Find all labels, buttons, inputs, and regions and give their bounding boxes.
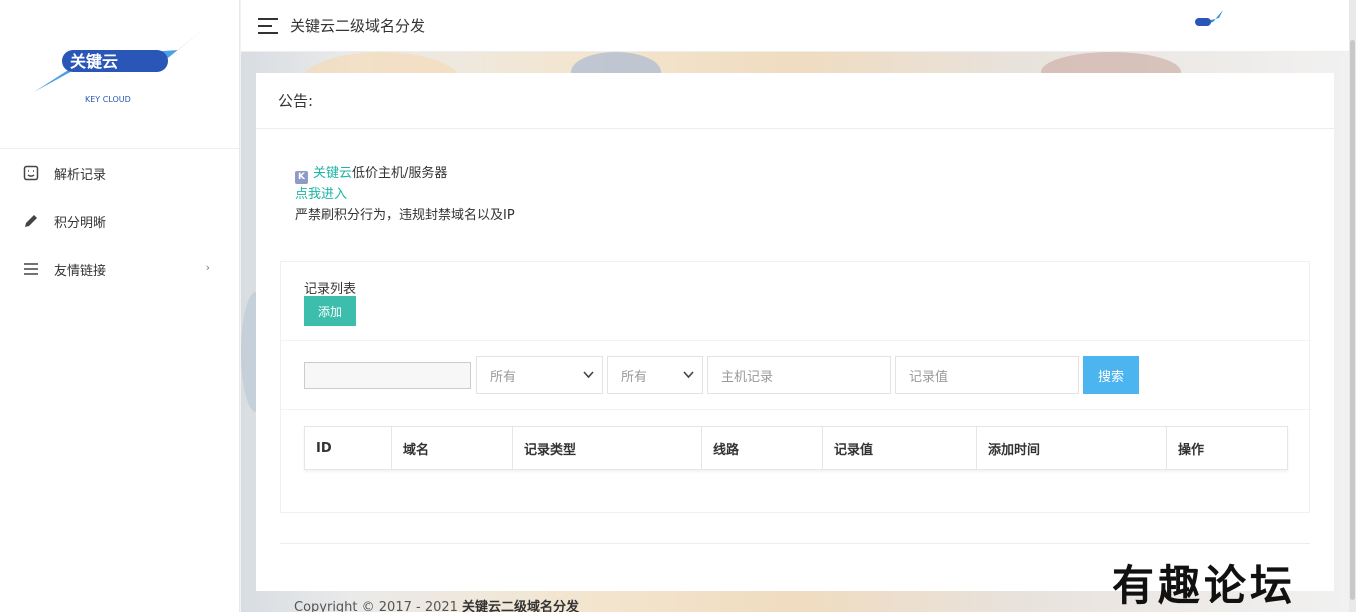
records-panel: 记录列表 添加 所有 所有 主机记录 记录值 搜索 ID 域名 记录类型 线路 … — [280, 261, 1311, 513]
notice-line-1: K 关键云低价主机/服务器 — [295, 163, 1334, 184]
logo-subtext: KEY CLOUD — [85, 95, 131, 104]
chevron-down-icon — [683, 369, 694, 382]
chevron-down-icon — [583, 369, 594, 382]
k-brand-icon: K — [295, 171, 308, 184]
col-domain[interactable]: 域名 — [392, 427, 513, 469]
menu-lines-icon — [22, 260, 40, 278]
notice-heading: 公告: — [256, 73, 1334, 129]
select-value: 所有 — [490, 369, 517, 385]
sidebar-item-links[interactable]: 友情链接 › — [0, 245, 240, 293]
page-scrollbar[interactable] — [1349, 0, 1356, 612]
sidebar-item-label: 解析记录 — [54, 167, 107, 183]
enter-link[interactable]: 点我进入 — [295, 187, 347, 202]
chevron-right-icon: › — [205, 261, 210, 274]
footer-copyright: Copyright © 2017 - 2021 关键云二级域名分发 — [294, 596, 579, 612]
footer-brand: 关键云二级域名分发 — [462, 600, 580, 612]
select-value: 所有 — [621, 369, 648, 385]
sidebar-item-label: 积分明晰 — [54, 215, 107, 231]
filter-bar: 所有 所有 主机记录 记录值 搜索 — [281, 340, 1311, 410]
notice-body: K 关键云低价主机/服务器 点我进入 严禁刷积分行为，违规封禁域名以及IP — [256, 129, 1334, 226]
col-value[interactable]: 记录值 — [823, 427, 977, 469]
pencil-icon — [22, 212, 40, 230]
line-select[interactable]: 所有 — [607, 356, 703, 394]
col-type[interactable]: 记录类型 — [513, 427, 702, 469]
page-title: 关键云二级域名分发 — [290, 17, 426, 35]
record-type-select[interactable]: 所有 — [476, 356, 603, 394]
domain-input[interactable] — [304, 362, 471, 389]
logo-graphic: 关键云 KEY CLOUD — [34, 28, 205, 104]
sidebar-menu: 解析记录 积分明晰 友情链接 › — [0, 148, 240, 293]
records-table-header: ID 域名 记录类型 线路 记录值 添加时间 操作 — [304, 426, 1288, 470]
notice-line-3: 严禁刷积分行为，违规封禁域名以及IP — [295, 208, 515, 223]
top-header: 关键云二级域名分发 — [241, 0, 1349, 52]
watermark-text: 有趣论坛 — [1112, 561, 1297, 610]
avatar[interactable] — [1189, 8, 1223, 40]
search-button[interactable]: 搜索 — [1083, 356, 1139, 394]
sidebar-item-records[interactable]: 解析记录 — [0, 149, 240, 197]
host-record-input[interactable]: 主机记录 — [707, 356, 891, 394]
notice-line-1-text: 低价主机/服务器 — [352, 166, 448, 181]
col-id[interactable]: ID — [305, 427, 392, 469]
col-line[interactable]: 线路 — [702, 427, 823, 469]
scrollbar-thumb[interactable] — [1350, 40, 1355, 600]
col-added-time[interactable]: 添加时间 — [977, 427, 1167, 469]
brand-logo[interactable]: 关键云 KEY CLOUD — [30, 22, 210, 112]
divider — [280, 543, 1310, 544]
sidebar-item-label: 友情链接 — [54, 263, 107, 279]
col-actions[interactable]: 操作 — [1167, 427, 1287, 469]
add-button[interactable]: 添加 — [304, 296, 356, 326]
sidebar: 关键云 KEY CLOUD 解析记录 积分明晰 友情链接 › — [0, 0, 240, 612]
footer-prefix: Copyright © 2017 - 2021 — [294, 600, 463, 612]
hamburger-icon[interactable] — [258, 17, 278, 34]
note-icon — [22, 164, 40, 182]
logo-text: 关键云 — [70, 52, 118, 71]
records-title: 记录列表 — [304, 282, 357, 297]
main-card: 公告: K 关键云低价主机/服务器 点我进入 严禁刷积分行为，违规封禁域名以及IP… — [256, 73, 1334, 591]
record-value-input[interactable]: 记录值 — [895, 356, 1079, 394]
brand-link[interactable]: 关键云 — [313, 166, 352, 181]
sidebar-item-points[interactable]: 积分明晰 — [0, 197, 240, 245]
